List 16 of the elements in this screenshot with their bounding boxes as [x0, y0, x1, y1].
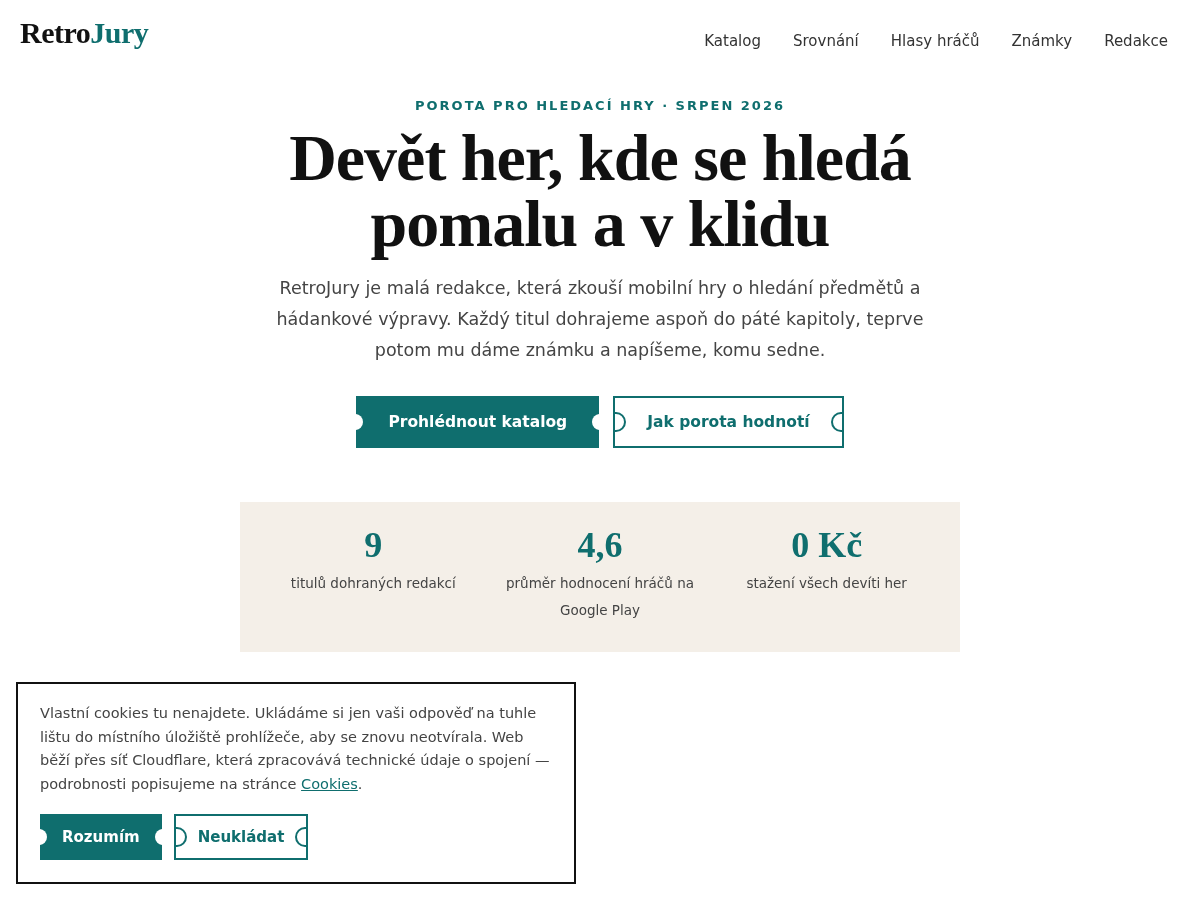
stat-value: 4,6 [577, 524, 623, 566]
stat-label: titulů dohraných redakcí [290, 574, 456, 593]
stat-label: průměr hodnocení hráčů na Google Play [505, 574, 695, 620]
nav-link[interactable]: Známky [1011, 32, 1073, 50]
cookies-link[interactable]: Cookies [301, 775, 358, 792]
nav-link[interactable]: Katalog [704, 32, 761, 50]
stat-value: 9 [364, 524, 383, 566]
nav-link[interactable]: Srovnání [793, 32, 859, 50]
hero-lead: RetroJury je malá redakce, která zkouší mobilní hry o hledání předmětů a hádankové výpravy. Každý titul dohrajeme aspoň do páté kapitoly, teprve potom mu dáme známku a napíšeme, komu sedne. [275, 277, 925, 362]
stat-value: 0 Kč [791, 524, 863, 566]
nav-link[interactable]: Hlasy hráčů [890, 32, 980, 50]
logo[interactable]: RetroJury [20, 16, 149, 50]
stat-label: stažení všech devíti her [746, 574, 907, 593]
eyebrow-text: POROTA PRO HLEDACÍ HRY · SRPEN 2026 [415, 98, 785, 113]
cookie-text: Vlastní cookies tu nenajdete. Ukládáme si jen vaši odpověď na tuhle lištu do místního úložiště prohlížeče, aby se znovu neotvírala. Web běží přes síť Cloudflare, která zpracovává technické údaje o spojení — podrobnosti popisujeme na stránce Cookies. [40, 704, 551, 794]
nav-link[interactable]: Redakce [1104, 32, 1168, 50]
